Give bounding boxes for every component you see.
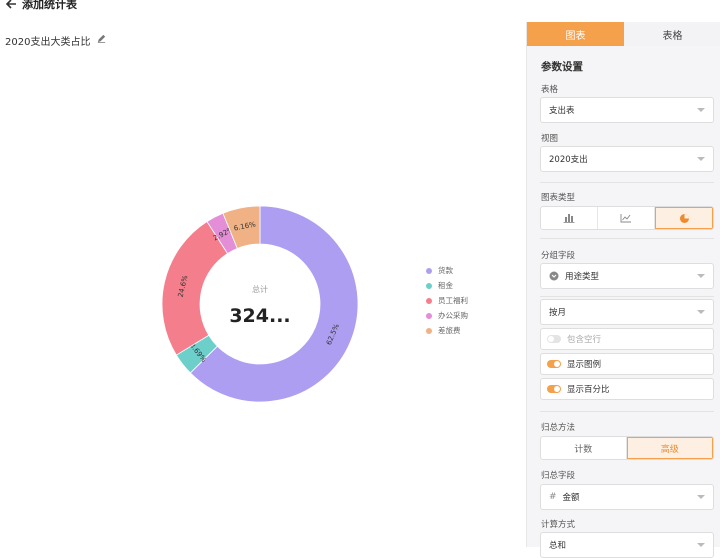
view-label: 视图 (541, 134, 559, 144)
agg-method-advanced[interactable]: 高级 (626, 437, 713, 459)
chart-type-line[interactable] (598, 207, 655, 229)
donut-center-value: 324... (229, 305, 290, 327)
period-select[interactable]: 按月 (540, 299, 714, 325)
view-select[interactable]: 2020支出 (540, 146, 714, 172)
agg-field-select[interactable]: # 金额 (540, 484, 714, 510)
agg-field-value: 金额 (562, 493, 580, 503)
edit-pencil-icon[interactable] (96, 33, 107, 44)
back-arrow-icon[interactable] (4, 0, 18, 11)
line-chart-icon (620, 214, 631, 223)
bar-chart-icon (563, 214, 575, 223)
toggle-show-percent[interactable]: 显示百分比 (540, 378, 714, 400)
chart-area: 2020支出大类占比 62.5% 3.69% 24.6% 2.92% 6.16% 总计 … (0, 22, 526, 547)
donut-center-label: 总计 (252, 284, 268, 294)
table-select[interactable]: 支出表 (540, 97, 714, 123)
number-field-icon: # (549, 492, 557, 502)
donut-chart: 62.5%3.69%24.6%2.92%6.16% 总计 324... (161, 205, 359, 403)
group-field-label: 分组字段 (541, 251, 576, 261)
view-select-value: 2020支出 (549, 155, 588, 165)
donut-slice-2[interactable] (161, 221, 229, 356)
toggle-switch[interactable] (547, 335, 561, 343)
chevron-down-icon (697, 310, 705, 314)
chevron-down-icon (697, 543, 705, 547)
section-title: 参数设置 (541, 61, 583, 73)
top-bar: 添加统计表 (0, 0, 720, 22)
divider (540, 182, 714, 183)
toggle-label: 显示图例 (567, 360, 602, 370)
legend-item-2[interactable]: 员工福利 (426, 293, 468, 308)
toggle-label: 包含空行 (567, 335, 602, 345)
divider (540, 296, 714, 297)
pie-chart-icon (679, 213, 689, 223)
group-field-value: 用途类型 (565, 272, 600, 282)
divider (540, 411, 714, 412)
calc-method-label: 计算方式 (541, 520, 576, 530)
legend-swatch (426, 267, 432, 274)
legend-item-4[interactable]: 差旅费 (426, 323, 468, 338)
toggle-label: 显示百分比 (567, 385, 610, 395)
chart-title: 2020支出大类占比 (5, 37, 91, 48)
toggle-show-legend[interactable]: 显示图例 (540, 353, 714, 375)
page-title: 添加统计表 (22, 0, 77, 11)
tab-chart[interactable]: 图表 (527, 22, 624, 46)
chevron-down-icon (697, 108, 705, 112)
chart-legend: 货款租金员工福利办公采购差旅费 (426, 263, 468, 338)
toggle-switch[interactable] (547, 360, 561, 368)
legend-swatch (426, 327, 432, 334)
legend-label: 货款 (438, 266, 453, 275)
group-field-select[interactable]: 用途类型 (540, 263, 714, 289)
legend-swatch (426, 297, 432, 304)
calc-method-value: 总和 (549, 541, 567, 551)
chevron-down-icon (697, 495, 705, 499)
legend-label: 办公采购 (438, 311, 468, 320)
legend-label: 差旅费 (438, 326, 461, 335)
toggle-switch[interactable] (547, 385, 561, 393)
chart-type-bar[interactable] (541, 207, 598, 229)
chart-type-label: 图表类型 (541, 193, 576, 203)
table-select-value: 支出表 (549, 106, 575, 116)
settings-panel: 图表 表格 参数设置 表格 支出表 视图 2020支出 图表类型 分组字段 用途… (526, 22, 720, 558)
agg-method-selector: 计数 高级 (540, 436, 714, 460)
legend-item-3[interactable]: 办公采购 (426, 308, 468, 323)
panel-tabs: 图表 表格 (527, 22, 720, 46)
table-label: 表格 (541, 85, 559, 95)
chevron-down-icon (697, 274, 705, 278)
chart-type-selector (540, 206, 714, 230)
legend-swatch (426, 312, 432, 319)
calc-method-select[interactable]: 总和 (540, 532, 714, 558)
legend-item-0[interactable]: 货款 (426, 263, 468, 278)
toggle-include-empty[interactable]: 包含空行 (540, 328, 714, 350)
legend-item-1[interactable]: 租金 (426, 278, 468, 293)
legend-swatch (426, 282, 432, 289)
agg-method-label: 归总方法 (541, 423, 576, 433)
legend-label: 员工福利 (438, 296, 468, 305)
agg-method-count[interactable]: 计数 (541, 437, 627, 459)
agg-field-label: 归总字段 (541, 471, 576, 481)
chevron-down-icon (697, 157, 705, 161)
legend-label: 租金 (438, 281, 453, 290)
chart-type-pie[interactable] (655, 207, 713, 229)
tab-table[interactable]: 表格 (624, 22, 720, 46)
period-value: 按月 (549, 308, 567, 318)
divider (540, 238, 714, 239)
option-field-icon (549, 271, 559, 281)
